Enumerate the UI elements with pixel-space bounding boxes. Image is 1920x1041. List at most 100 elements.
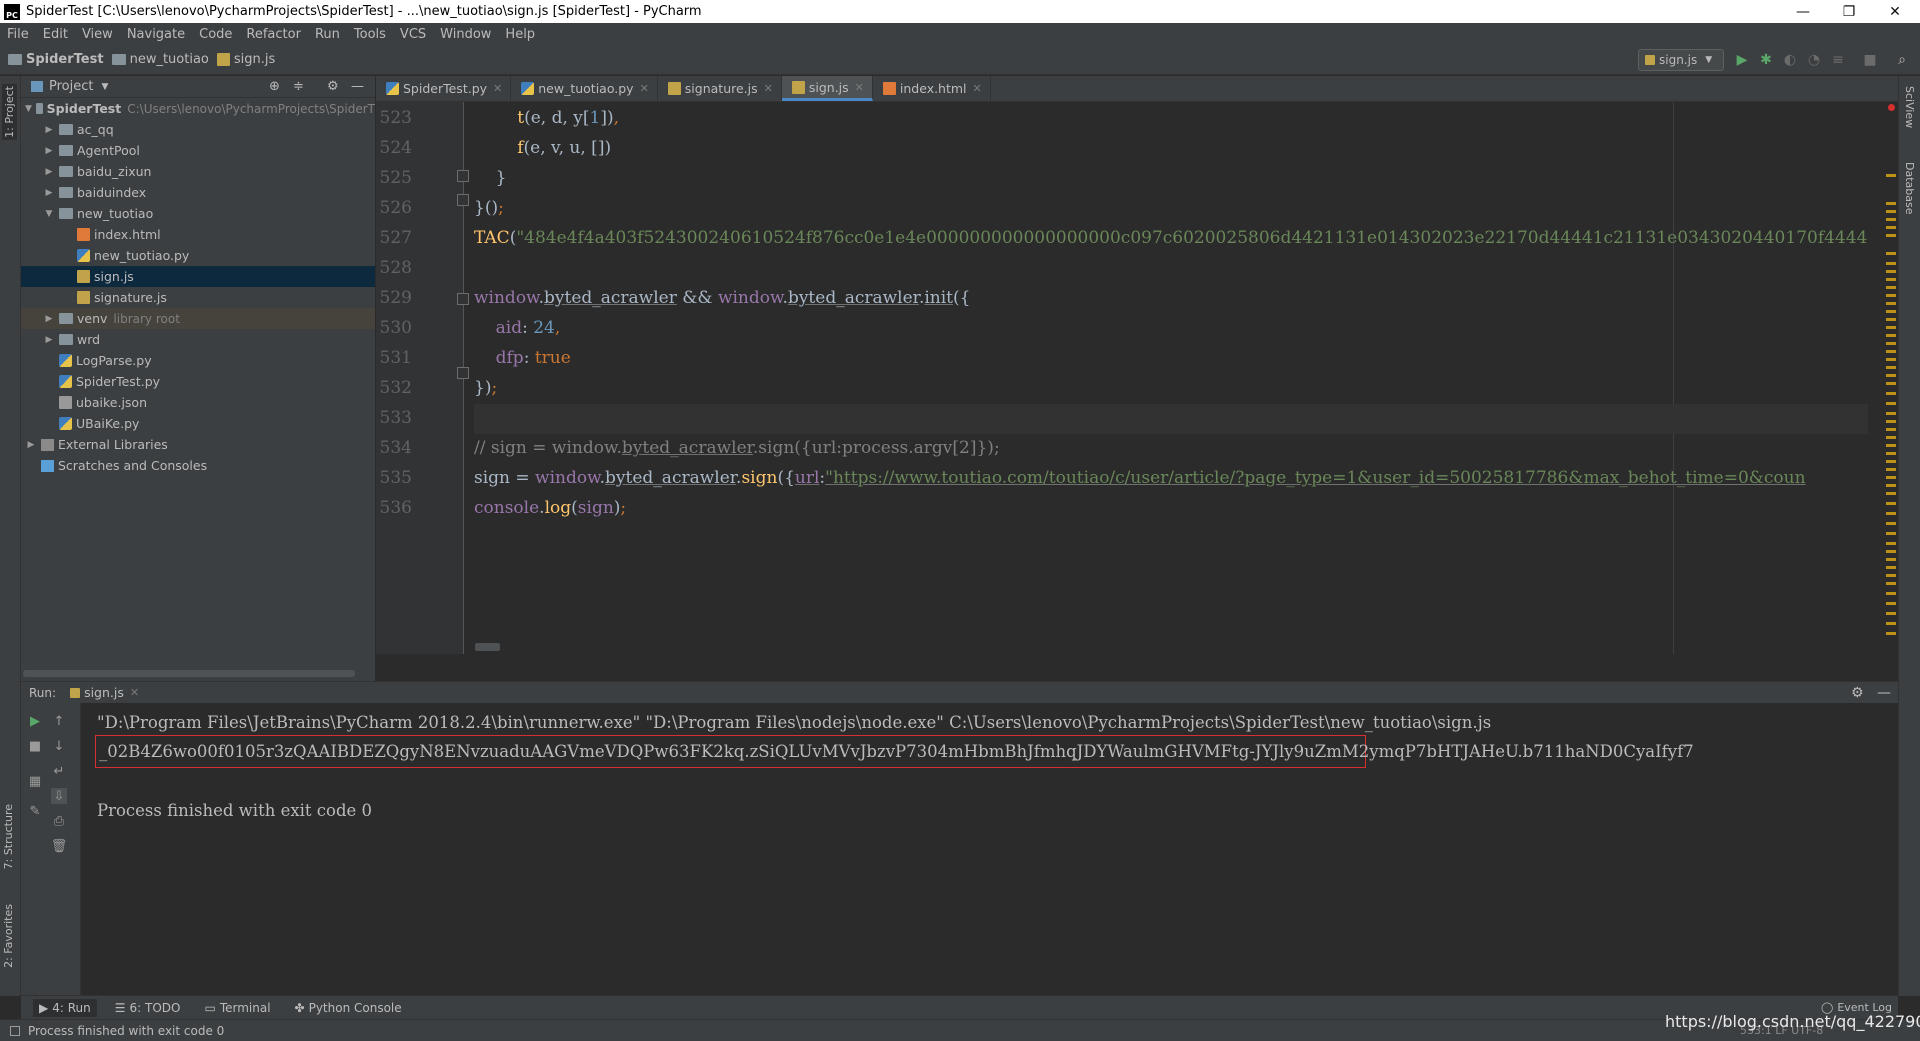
run-configuration-selector[interactable]: sign.js ▼ bbox=[1638, 49, 1724, 71]
editor-tab[interactable]: new_tuotiao.py ✕ bbox=[511, 76, 658, 101]
tree-item[interactable]: ▶ AgentPool bbox=[21, 140, 375, 161]
chevron-right-icon[interactable]: ▶ bbox=[25, 440, 37, 450]
fold-marker-icon[interactable] bbox=[457, 293, 469, 305]
pin-icon[interactable]: ✎ bbox=[27, 803, 43, 819]
stop-icon[interactable]: ■ bbox=[27, 738, 43, 754]
project-panel-title[interactable]: Project bbox=[49, 79, 93, 94]
status-toggle-icon[interactable] bbox=[10, 1025, 20, 1036]
warning-marker[interactable] bbox=[1886, 392, 1896, 395]
tree-item[interactable]: ▶ wrd bbox=[21, 329, 375, 350]
warning-marker[interactable] bbox=[1886, 428, 1896, 431]
layout-icon[interactable]: ▦ bbox=[27, 773, 43, 789]
warning-marker[interactable] bbox=[1886, 502, 1896, 505]
close-window-button[interactable]: ✕ bbox=[1872, 0, 1918, 23]
code-area[interactable]: t(e, d, y[1]), f(e, v, u, []) } }(); TAC… bbox=[474, 102, 1868, 654]
warning-marker[interactable] bbox=[1886, 476, 1896, 479]
bottom-tool-tab[interactable]: ▶ 4: Run bbox=[33, 998, 97, 1017]
hide-icon[interactable]: — bbox=[351, 79, 364, 94]
warning-marker[interactable] bbox=[1886, 262, 1896, 265]
warning-marker[interactable] bbox=[1886, 218, 1896, 221]
down-arrow-icon[interactable]: ↓ bbox=[51, 738, 67, 754]
warning-marker[interactable] bbox=[1886, 350, 1896, 353]
warning-marker[interactable] bbox=[1886, 366, 1896, 369]
tool-tab-project[interactable]: 1: Project bbox=[2, 84, 17, 140]
tree-item[interactable]: new_tuotiao.py bbox=[21, 245, 375, 266]
tree-item[interactable]: ▼ new_tuotiao bbox=[21, 203, 375, 224]
scratches-item[interactable]: Scratches and Consoles bbox=[21, 455, 375, 476]
tree-item[interactable]: LogParse.py bbox=[21, 350, 375, 371]
warning-marker[interactable] bbox=[1886, 632, 1896, 635]
menu-file[interactable]: File bbox=[0, 27, 36, 42]
breadcrumb-folder[interactable]: new_tuotiao bbox=[111, 52, 209, 67]
warning-marker[interactable] bbox=[1886, 270, 1896, 273]
warning-marker[interactable] bbox=[1886, 382, 1896, 385]
code-editor[interactable]: 523 524 525 526 527 528 529 530 531 532 533 534 535 5… bbox=[376, 102, 1898, 654]
tree-item[interactable]: ubaike.json bbox=[21, 392, 375, 413]
tree-item[interactable]: ▶ baidu_zixun bbox=[21, 161, 375, 182]
warning-marker[interactable] bbox=[1886, 574, 1896, 577]
tool-tab-sciview[interactable]: SciView bbox=[1903, 86, 1916, 128]
bottom-tool-tab[interactable]: ▭ Terminal bbox=[198, 999, 276, 1017]
trash-icon[interactable]: 🗑 bbox=[51, 838, 68, 854]
warning-marker[interactable] bbox=[1886, 294, 1896, 297]
warning-marker[interactable] bbox=[1886, 278, 1896, 281]
warning-marker[interactable] bbox=[1886, 602, 1896, 605]
hide-panel-icon[interactable]: — bbox=[1877, 685, 1891, 701]
warning-marker[interactable] bbox=[1886, 522, 1896, 525]
menu-code[interactable]: Code bbox=[192, 27, 239, 42]
tree-item[interactable]: ▶ venv library root bbox=[21, 308, 375, 329]
warning-marker[interactable] bbox=[1886, 286, 1896, 289]
tree-item[interactable]: index.html bbox=[21, 224, 375, 245]
coverage-icon[interactable]: ◐ bbox=[1782, 52, 1798, 68]
warning-marker[interactable] bbox=[1886, 444, 1896, 447]
close-tab-icon[interactable]: ✕ bbox=[493, 82, 502, 95]
editor-tab[interactable]: signature.js ✕ bbox=[658, 76, 782, 101]
horizontal-scrollbar[interactable] bbox=[23, 670, 355, 677]
run-tab-sign-js[interactable]: sign.js ✕ bbox=[70, 685, 139, 700]
close-tab-icon[interactable]: ✕ bbox=[973, 82, 982, 95]
warning-marker[interactable] bbox=[1886, 412, 1896, 415]
error-indicator-icon[interactable] bbox=[1888, 104, 1895, 111]
tree-item[interactable]: ▶ ac_qq bbox=[21, 119, 375, 140]
warning-marker[interactable] bbox=[1886, 452, 1896, 455]
warning-marker[interactable] bbox=[1886, 460, 1896, 463]
warning-marker[interactable] bbox=[1886, 622, 1896, 625]
locate-icon[interactable]: ⊕ bbox=[269, 79, 280, 94]
warning-marker[interactable] bbox=[1886, 612, 1896, 615]
chevron-right-icon[interactable]: ▶ bbox=[43, 188, 55, 198]
chevron-down-icon[interactable]: ▼ bbox=[43, 209, 55, 219]
stop-icon[interactable]: ■ bbox=[1862, 52, 1878, 68]
chevron-right-icon[interactable]: ▶ bbox=[43, 314, 55, 324]
tree-item[interactable]: ▶ baiduindex bbox=[21, 182, 375, 203]
warning-marker[interactable] bbox=[1886, 318, 1896, 321]
editor-horizontal-scrollbar[interactable] bbox=[475, 643, 500, 651]
warning-marker[interactable] bbox=[1886, 550, 1896, 553]
warning-marker[interactable] bbox=[1886, 566, 1896, 569]
warning-marker[interactable] bbox=[1886, 420, 1896, 423]
fold-marker-icon[interactable] bbox=[457, 367, 469, 379]
warning-marker[interactable] bbox=[1886, 512, 1896, 515]
chevron-down-icon[interactable]: ▼ bbox=[25, 104, 32, 114]
fold-marker-icon[interactable] bbox=[457, 170, 469, 182]
warning-marker[interactable] bbox=[1886, 558, 1896, 561]
warning-marker[interactable] bbox=[1886, 252, 1896, 255]
warning-marker[interactable] bbox=[1886, 310, 1896, 313]
tool-tab-favorites[interactable]: 2: Favorites bbox=[2, 904, 15, 968]
fold-marker-icon[interactable] bbox=[457, 194, 469, 206]
close-tab-icon[interactable]: ✕ bbox=[640, 82, 649, 95]
tool-tab-database[interactable]: Database bbox=[1903, 162, 1916, 215]
concurrency-icon[interactable]: ≡ bbox=[1830, 52, 1846, 68]
warning-marker[interactable] bbox=[1886, 174, 1896, 177]
warning-marker[interactable] bbox=[1886, 436, 1896, 439]
rerun-icon[interactable]: ▶ bbox=[27, 713, 43, 729]
warning-marker[interactable] bbox=[1886, 468, 1896, 471]
warning-marker[interactable] bbox=[1886, 210, 1896, 213]
menu-tools[interactable]: Tools bbox=[347, 27, 393, 42]
tree-item[interactable]: sign.js bbox=[21, 266, 375, 287]
close-tab-icon[interactable]: ✕ bbox=[855, 81, 864, 94]
scroll-to-end-icon[interactable]: ⇩ bbox=[51, 788, 67, 804]
run-console[interactable]: "D:\Program Files\JetBrains\PyCharm 2018… bbox=[81, 703, 1898, 995]
breadcrumb-project[interactable]: SpiderTest bbox=[8, 52, 104, 67]
menu-vcs[interactable]: VCS bbox=[393, 27, 433, 42]
tool-tab-structure[interactable]: 7: Structure bbox=[2, 804, 15, 869]
